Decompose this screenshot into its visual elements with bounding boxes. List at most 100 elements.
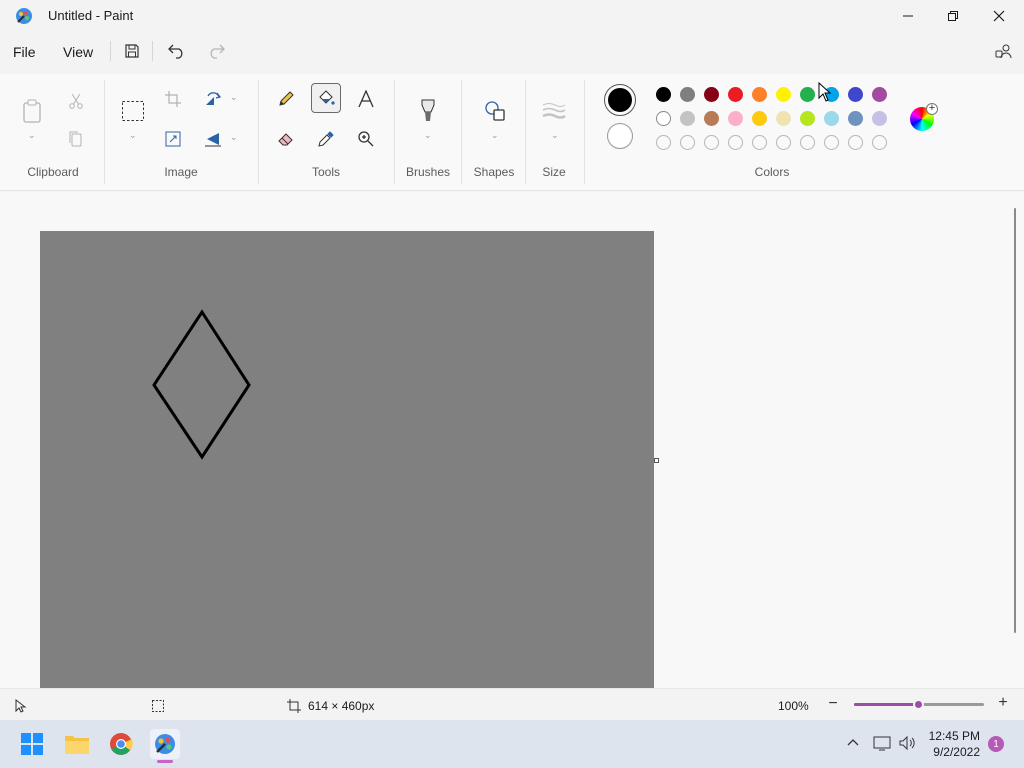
group-label-image: Image xyxy=(164,165,198,179)
edit-colors-icon[interactable]: + xyxy=(910,103,938,133)
eraser-icon[interactable] xyxy=(271,124,301,154)
palette-swatch[interactable] xyxy=(872,111,887,126)
palette-swatch[interactable] xyxy=(872,87,887,102)
palette-swatch[interactable] xyxy=(728,111,743,126)
plus-icon: + xyxy=(926,103,938,115)
palette-swatch[interactable] xyxy=(680,111,695,126)
flip-icon[interactable] xyxy=(198,124,228,154)
group-label-shapes: Shapes xyxy=(473,165,515,179)
color1-selector[interactable] xyxy=(604,84,636,116)
vertical-scrollbar[interactable] xyxy=(1014,208,1016,633)
menu-view[interactable]: View xyxy=(63,44,93,60)
custom-color-slot[interactable] xyxy=(800,135,815,150)
zoom-in-button[interactable]: + xyxy=(996,694,1010,711)
fill-bucket-icon[interactable] xyxy=(311,83,341,113)
canvas-size-icon xyxy=(287,699,301,713)
zoom-slider-thumb[interactable] xyxy=(913,699,924,710)
zoom-slider[interactable] xyxy=(854,699,984,710)
chevron-up-icon[interactable] xyxy=(846,736,860,753)
network-icon[interactable] xyxy=(873,735,891,754)
palette-swatch[interactable] xyxy=(824,111,839,126)
size-chevron-down-icon[interactable]: ⌄ xyxy=(551,130,559,141)
group-divider xyxy=(394,80,395,184)
color-picker-icon[interactable] xyxy=(311,124,341,154)
palette-swatch[interactable] xyxy=(728,87,743,102)
custom-color-slot[interactable] xyxy=(656,135,671,150)
palette-swatch[interactable] xyxy=(704,87,719,102)
rotate-chevron-down-icon[interactable]: ⌄ xyxy=(230,92,238,103)
close-button[interactable] xyxy=(976,0,1022,32)
palette-swatch[interactable] xyxy=(752,111,767,126)
start-button-icon[interactable] xyxy=(17,729,47,759)
custom-color-slot[interactable] xyxy=(824,135,839,150)
selection-size-icon xyxy=(152,700,164,712)
paste-chevron-down-icon[interactable]: ⌄ xyxy=(28,130,36,141)
group-divider xyxy=(104,80,105,184)
palette-swatch[interactable] xyxy=(800,87,815,102)
custom-color-slot[interactable] xyxy=(680,135,695,150)
undo-icon[interactable] xyxy=(166,40,188,62)
custom-color-slot[interactable] xyxy=(848,135,863,150)
select-chevron-down-icon[interactable]: ⌄ xyxy=(129,130,137,141)
color2-swatch xyxy=(609,125,631,147)
palette-swatch[interactable] xyxy=(680,87,695,102)
palette-swatch[interactable] xyxy=(848,111,863,126)
menu-file[interactable]: File xyxy=(13,44,36,60)
custom-color-slot[interactable] xyxy=(704,135,719,150)
paint-app-icon xyxy=(15,7,33,25)
zoom-level-label: 100% xyxy=(778,699,809,713)
palette-swatch[interactable] xyxy=(776,111,791,126)
palette-swatch[interactable] xyxy=(848,87,863,102)
minimize-button[interactable] xyxy=(885,0,931,32)
file-explorer-icon[interactable] xyxy=(62,729,92,759)
shapes-icon[interactable] xyxy=(480,96,510,126)
paste-icon[interactable] xyxy=(17,96,47,126)
custom-color-slot[interactable] xyxy=(752,135,767,150)
volume-icon[interactable] xyxy=(898,735,916,754)
paint-taskbar-icon[interactable] xyxy=(150,729,180,759)
copy-icon[interactable] xyxy=(61,124,91,154)
palette-swatch[interactable] xyxy=(656,111,671,126)
magnifier-icon[interactable] xyxy=(351,124,381,154)
menu-divider xyxy=(110,41,111,61)
canvas-resize-handle[interactable] xyxy=(654,458,659,463)
zoom-out-button[interactable]: − xyxy=(826,695,840,712)
clock-date[interactable]: 9/2/2022 xyxy=(922,745,980,759)
color1-swatch xyxy=(608,88,632,112)
custom-color-slot[interactable] xyxy=(728,135,743,150)
menu-divider xyxy=(152,41,153,61)
palette-swatch[interactable] xyxy=(656,87,671,102)
custom-color-slot[interactable] xyxy=(872,135,887,150)
group-divider xyxy=(258,80,259,184)
save-icon[interactable] xyxy=(121,40,143,62)
palette-swatch[interactable] xyxy=(704,111,719,126)
size-icon[interactable] xyxy=(539,96,569,126)
restore-button[interactable] xyxy=(930,0,976,32)
clock-time[interactable]: 12:45 PM xyxy=(922,729,980,743)
group-label-clipboard: Clipboard xyxy=(27,165,79,179)
rotate-icon[interactable] xyxy=(198,84,228,114)
window-title: Untitled - Paint xyxy=(48,8,134,23)
shapes-chevron-down-icon[interactable]: ⌄ xyxy=(491,130,499,141)
custom-color-slot[interactable] xyxy=(776,135,791,150)
drawing-canvas[interactable] xyxy=(40,231,654,688)
brushes-icon[interactable] xyxy=(413,96,443,126)
settings-people-icon[interactable] xyxy=(993,40,1015,62)
palette-swatch[interactable] xyxy=(800,111,815,126)
pencil-icon[interactable] xyxy=(271,84,301,114)
palette-swatch[interactable] xyxy=(752,87,767,102)
flip-chevron-down-icon[interactable]: ⌄ xyxy=(230,132,238,143)
resize-icon[interactable] xyxy=(158,124,188,154)
chrome-icon[interactable] xyxy=(106,729,136,759)
palette-swatch[interactable] xyxy=(776,87,791,102)
text-icon[interactable] xyxy=(351,84,381,114)
group-label-size: Size xyxy=(542,165,566,179)
diamond-shape xyxy=(152,309,251,460)
color2-selector[interactable] xyxy=(607,123,633,149)
brushes-chevron-down-icon[interactable]: ⌄ xyxy=(424,130,432,141)
redo-icon[interactable] xyxy=(205,40,227,62)
select-icon[interactable] xyxy=(118,96,148,126)
notification-badge[interactable]: 1 xyxy=(988,736,1004,752)
cut-icon[interactable] xyxy=(61,86,91,116)
crop-icon[interactable] xyxy=(158,84,188,114)
